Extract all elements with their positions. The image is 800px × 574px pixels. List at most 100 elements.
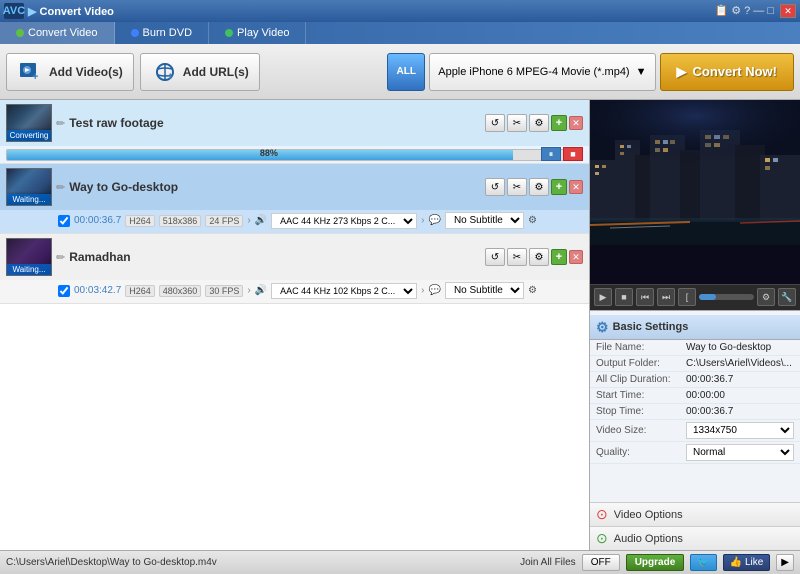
add-item-button[interactable]: + <box>551 115 567 131</box>
settings-preview-button[interactable]: ⚙ <box>757 288 775 306</box>
file-item-header: Waiting... ✏ Ramadhan ↺ ✂ ⚙ + ✕ <box>0 234 589 280</box>
audio-select[interactable]: AAC 44 KHz 273 Kbps 2 C... <box>271 213 417 229</box>
cut-button[interactable]: ✂ <box>507 114 527 132</box>
settings-row: Stop Time: 00:00:36.7 <box>590 403 800 419</box>
file-thumbnail: Waiting... <box>6 168 52 206</box>
edit-icon: ✏ <box>56 181 65 194</box>
upgrade-button[interactable]: Upgrade <box>626 554 685 571</box>
audio-select[interactable]: AAC 44 KHz 102 Kbps 2 C... <box>271 283 417 299</box>
next-frame-button[interactable]: ⏭ <box>657 288 675 306</box>
file-name: Way to Go-desktop <box>69 180 481 194</box>
settings-button[interactable]: ⚙ <box>529 178 549 196</box>
app-title: ▶ Convert Video <box>28 5 714 18</box>
remove-item-button[interactable]: ✕ <box>569 180 583 194</box>
mark-in-button[interactable]: [ <box>678 288 696 306</box>
subtitle-settings-icon: ⚙ <box>528 215 537 226</box>
pause-stop-controls: ⏸ ■ <box>541 147 583 161</box>
svg-text:+: + <box>32 71 38 82</box>
file-item-header: Converting ✏ Test raw footage ↺ ✂ ⚙ + ✕ <box>0 100 589 146</box>
settings-button[interactable]: ⚙ <box>529 114 549 132</box>
cut-button[interactable]: ✂ <box>507 178 527 196</box>
settings-row: Quality: Normal High Low <box>590 441 800 463</box>
play-preview-button[interactable]: ▶ <box>594 288 612 306</box>
subtitle-icon: 💬 <box>428 215 440 226</box>
subtitle-select[interactable]: No Subtitle <box>445 282 524 299</box>
like-button[interactable]: 👍 Like <box>723 554 771 571</box>
settings-value: Way to Go-desktop <box>680 340 800 356</box>
join-files-label: Join All Files <box>520 557 576 568</box>
pause-button[interactable]: ⏸ <box>541 147 561 161</box>
add-videos-button[interactable]: + Add Video(s) <box>6 53 134 91</box>
audio-options-icon: ⊙ <box>596 530 608 547</box>
twitter-icon: 🐦 <box>697 557 709 568</box>
settings-value: Normal High Low <box>680 441 800 463</box>
main-content: Converting ✏ Test raw footage ↺ ✂ ⚙ + ✕ … <box>0 100 800 550</box>
settings-label: Stop Time: <box>590 403 680 419</box>
svg-text:+: + <box>167 71 173 82</box>
file-checkbox[interactable] <box>58 285 70 297</box>
refresh-button[interactable]: ↺ <box>485 248 505 266</box>
toolbar: + Add Video(s) + Add URL(s) ALL Apple iP… <box>0 44 800 100</box>
settings-button[interactable]: ⚙ <box>529 248 549 266</box>
edit-icon: ✏ <box>56 117 65 130</box>
audio-options-button[interactable]: ⊙ Audio Options <box>590 526 800 550</box>
video-options-button[interactable]: ⊙ Video Options <box>590 502 800 526</box>
toolbar-icons: 📋 ⚙ ? — □ <box>714 4 774 18</box>
add-item-button[interactable]: + <box>551 249 567 265</box>
progress-text: 88% <box>260 148 278 158</box>
settings-value: 00:00:36.7 <box>680 403 800 419</box>
subtitle-select[interactable]: No Subtitle <box>445 212 524 229</box>
duration-label: 00:00:36.7 <box>74 215 121 226</box>
nav-convert[interactable]: Convert Video <box>0 22 115 44</box>
remove-item-button[interactable]: ✕ <box>569 116 583 130</box>
add-url-button[interactable]: + Add URL(s) <box>140 53 260 91</box>
refresh-button[interactable]: ↺ <box>485 114 505 132</box>
add-video-icon: + <box>17 58 45 86</box>
prev-frame-button[interactable]: ⏮ <box>636 288 654 306</box>
settings-value: 1334x750 1280x720 960x540 <box>680 419 800 441</box>
dropdown-arrow-icon: ▼ <box>636 66 647 78</box>
options-buttons: ⊙ Video Options ⊙ Audio Options <box>590 502 800 550</box>
edit-icon: ✏ <box>56 251 65 264</box>
quality-select[interactable]: Normal High Low <box>686 444 794 461</box>
resolution-tag: 480x360 <box>159 285 202 297</box>
codec-tag: H264 <box>125 285 155 297</box>
arrow2-icon: › <box>421 215 424 226</box>
format-icon: ALL <box>387 53 425 91</box>
progress-bar-wrapper <box>6 149 583 161</box>
stop-button[interactable]: ■ <box>563 147 583 161</box>
forward-button[interactable]: ▶ <box>776 554 794 571</box>
video-size-select[interactable]: 1334x750 1280x720 960x540 <box>686 422 794 439</box>
add-url-icon: + <box>151 58 179 86</box>
file-name: Ramadhan <box>69 250 481 264</box>
close-button[interactable]: ✕ <box>780 4 796 18</box>
file-status-label: Converting <box>7 130 51 141</box>
play-dot <box>225 29 233 37</box>
cut-button[interactable]: ✂ <box>507 248 527 266</box>
nav-bar: Convert Video Burn DVD Play Video <box>0 22 800 44</box>
file-item-controls: ↺ ✂ ⚙ + ✕ <box>485 178 583 196</box>
audio-icon: 🔊 <box>255 215 267 226</box>
remove-item-button[interactable]: ✕ <box>569 250 583 264</box>
file-checkbox[interactable] <box>58 215 70 227</box>
tools-button[interactable]: 🔧 <box>778 288 796 306</box>
like-icon: 👍 <box>730 557 742 568</box>
refresh-button[interactable]: ↺ <box>485 178 505 196</box>
twitter-button[interactable]: 🐦 <box>690 554 716 571</box>
audio-label: AAC 44 KHz 273 Kbps 2 C... <box>271 213 417 229</box>
file-item: Waiting... ✏ Way to Go-desktop ↺ ✂ ⚙ + ✕… <box>0 164 589 234</box>
arrow-icon: › <box>247 285 250 296</box>
stop-preview-button[interactable]: ■ <box>615 288 633 306</box>
codec-tag: H264 <box>125 215 155 227</box>
file-status-label: Waiting... <box>7 194 51 205</box>
settings-label: Quality: <box>590 441 680 463</box>
convert-now-button[interactable]: ▶ Convert Now! <box>660 53 795 91</box>
format-dropdown[interactable]: Apple iPhone 6 MPEG-4 Movie (*.mp4) ▼ <box>429 53 655 91</box>
nav-play[interactable]: Play Video <box>209 22 306 44</box>
preview-timeline[interactable] <box>699 294 754 300</box>
join-toggle-button[interactable]: OFF <box>582 554 620 571</box>
convert-arrow-icon: ▶ <box>677 64 687 80</box>
add-item-button[interactable]: + <box>551 179 567 195</box>
nav-burn[interactable]: Burn DVD <box>115 22 210 44</box>
settings-row: File Name: Way to Go-desktop <box>590 340 800 356</box>
